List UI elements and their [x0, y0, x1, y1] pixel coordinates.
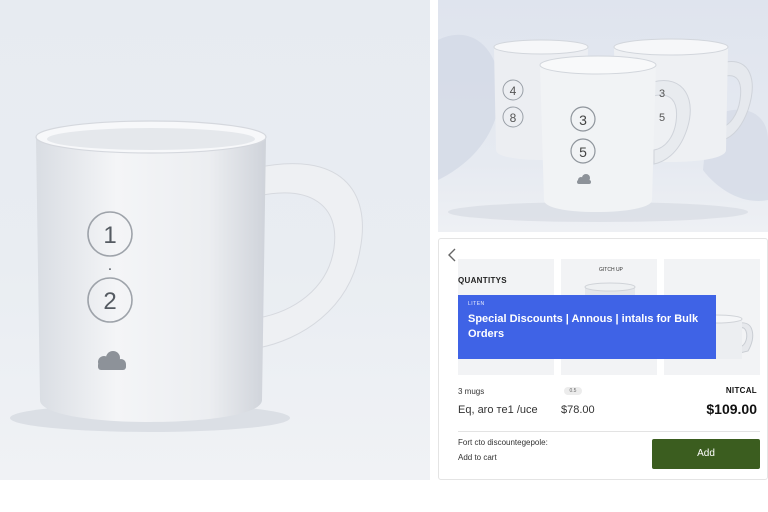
discount-banner[interactable]: LITEN Special Discounts | Annous | intal…: [458, 295, 716, 359]
discount-note: Fort cto discountegepole:: [458, 438, 548, 447]
unit-price-label: Eq, aro тe1 /uce: [458, 404, 538, 416]
quantity-badge: 0.5: [564, 387, 582, 395]
mug-number-3-back: 3: [659, 88, 665, 100]
total-label: NITCAL: [725, 386, 757, 395]
mug-number-2: 2: [103, 288, 116, 315]
total-price: $109.00: [706, 401, 757, 417]
mug-number-5-back: 5: [659, 112, 665, 124]
hero-product-image: 1 . 2: [0, 0, 430, 480]
unit-price: $78.00: [561, 404, 595, 416]
mug-separator: .: [108, 257, 112, 274]
section-title: QUANTITYS: [458, 276, 507, 285]
thumbnail-caption: GITCH UP: [599, 267, 623, 273]
mug-set-illustration: 4 8 3 5 3 5: [438, 34, 768, 222]
mug-number-4: 4: [510, 84, 517, 98]
bulk-order-card: QUANTITYS GITCH UP LITEN Special Discoun…: [438, 238, 768, 480]
mug-number-8: 8: [510, 111, 517, 125]
chevron-left-icon[interactable]: [447, 248, 457, 262]
add-to-cart-link[interactable]: Add to cart: [458, 453, 497, 462]
mug-number-3: 3: [579, 112, 587, 128]
add-button[interactable]: Add: [652, 439, 760, 469]
large-mug-illustration: 1 . 2: [10, 120, 363, 432]
quantity-label: 3 mugs: [458, 387, 485, 396]
divider: [458, 431, 760, 432]
banner-tag: LITEN: [468, 301, 485, 307]
mug-set-image: 4 8 3 5 3 5: [438, 0, 768, 232]
mug-number-5: 5: [579, 144, 587, 160]
banner-text: Special Discounts | Annous | intalıs for…: [468, 313, 699, 340]
mug-number-1: 1: [103, 222, 116, 249]
